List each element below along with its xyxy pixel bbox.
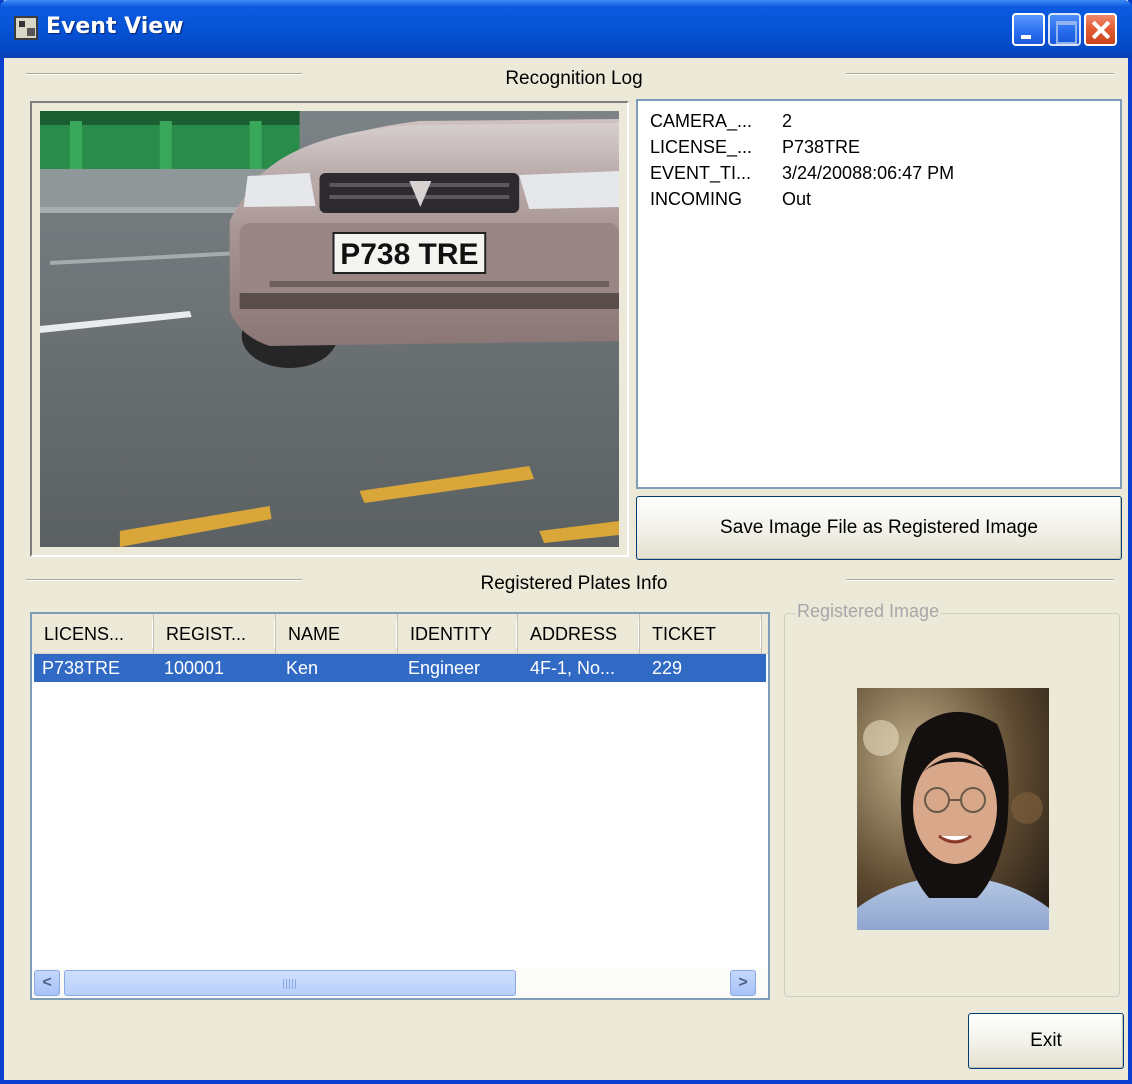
car-photo: P738 TRE: [40, 111, 620, 547]
recognition-log-heading: Recognition Log: [505, 68, 643, 89]
scroll-left-icon[interactable]: <: [34, 970, 60, 996]
log-key: INCOMING: [650, 189, 742, 209]
horizontal-scrollbar[interactable]: < >: [32, 968, 768, 998]
table-cell: 4F-1, No...: [530, 658, 616, 678]
close-icon[interactable]: [1084, 13, 1117, 46]
column-header-name[interactable]: NAME: [276, 614, 398, 654]
event-view-window: Event View Recognition Log P738 TRE CAME…: [0, 0, 1132, 1084]
window-title: Event View: [46, 14, 184, 39]
column-header-regist[interactable]: REGIST...: [154, 614, 276, 654]
registered-plates-heading: Registered Plates Info: [480, 573, 668, 594]
save-registered-image-button[interactable]: Save Image File as Registered Image: [636, 496, 1122, 560]
column-header-license[interactable]: LICENS...: [32, 614, 154, 654]
license-plate-text: P738 TRE: [340, 238, 478, 271]
log-value: P738TRE: [782, 137, 861, 157]
table-cell: Ken: [286, 658, 319, 678]
divider-right: [846, 73, 1114, 75]
log-value: 2: [782, 111, 793, 131]
recognition-log-list[interactable]: CAMERA_... 2 LICENSE_... P738TRE EVENT_T…: [636, 99, 1122, 489]
exit-button[interactable]: Exit: [968, 1013, 1124, 1069]
table-row[interactable]: P738TRE 100001 Ken Engineer 4F-1, No... …: [34, 654, 766, 682]
table-cell: P738TRE: [42, 658, 121, 678]
registered-plates-table[interactable]: LICENS... REGIST... NAME IDENTITY ADDRES…: [30, 612, 770, 1000]
log-value: Out: [782, 189, 812, 209]
table-cell: 100001: [164, 658, 225, 678]
table-cell: 229: [652, 658, 683, 678]
divider-left: [26, 73, 302, 75]
app-icon[interactable]: [14, 16, 38, 40]
registered-image-group: Registered Image: [784, 601, 1120, 997]
column-header-address[interactable]: ADDRESS: [518, 614, 640, 654]
column-header-ticket[interactable]: TICKET: [640, 614, 762, 654]
registered-image-label: Registered Image: [795, 601, 942, 622]
column-header-identity[interactable]: IDENTITY: [398, 614, 518, 654]
table-header: LICENS... REGIST... NAME IDENTITY ADDRES…: [32, 614, 768, 654]
log-key: LICENSE_...: [650, 137, 753, 157]
minimize-icon[interactable]: [1012, 13, 1045, 46]
scrollbar-thumb[interactable]: [64, 970, 516, 996]
maximize-icon[interactable]: [1048, 13, 1081, 46]
registered-portrait-image: [857, 688, 1049, 930]
grip-icon: [283, 979, 297, 989]
divider-left: [26, 579, 302, 581]
captured-image: P738 TRE: [30, 101, 629, 557]
scroll-right-icon[interactable]: >: [730, 970, 756, 996]
log-key: EVENT_TI...: [650, 163, 752, 183]
divider-right: [846, 579, 1114, 581]
title-bar[interactable]: Event View: [0, 0, 1132, 58]
log-value: 3/24/20088:06:47 PM: [782, 163, 955, 183]
table-cell: Engineer: [408, 658, 481, 678]
log-key: CAMERA_...: [650, 111, 753, 131]
